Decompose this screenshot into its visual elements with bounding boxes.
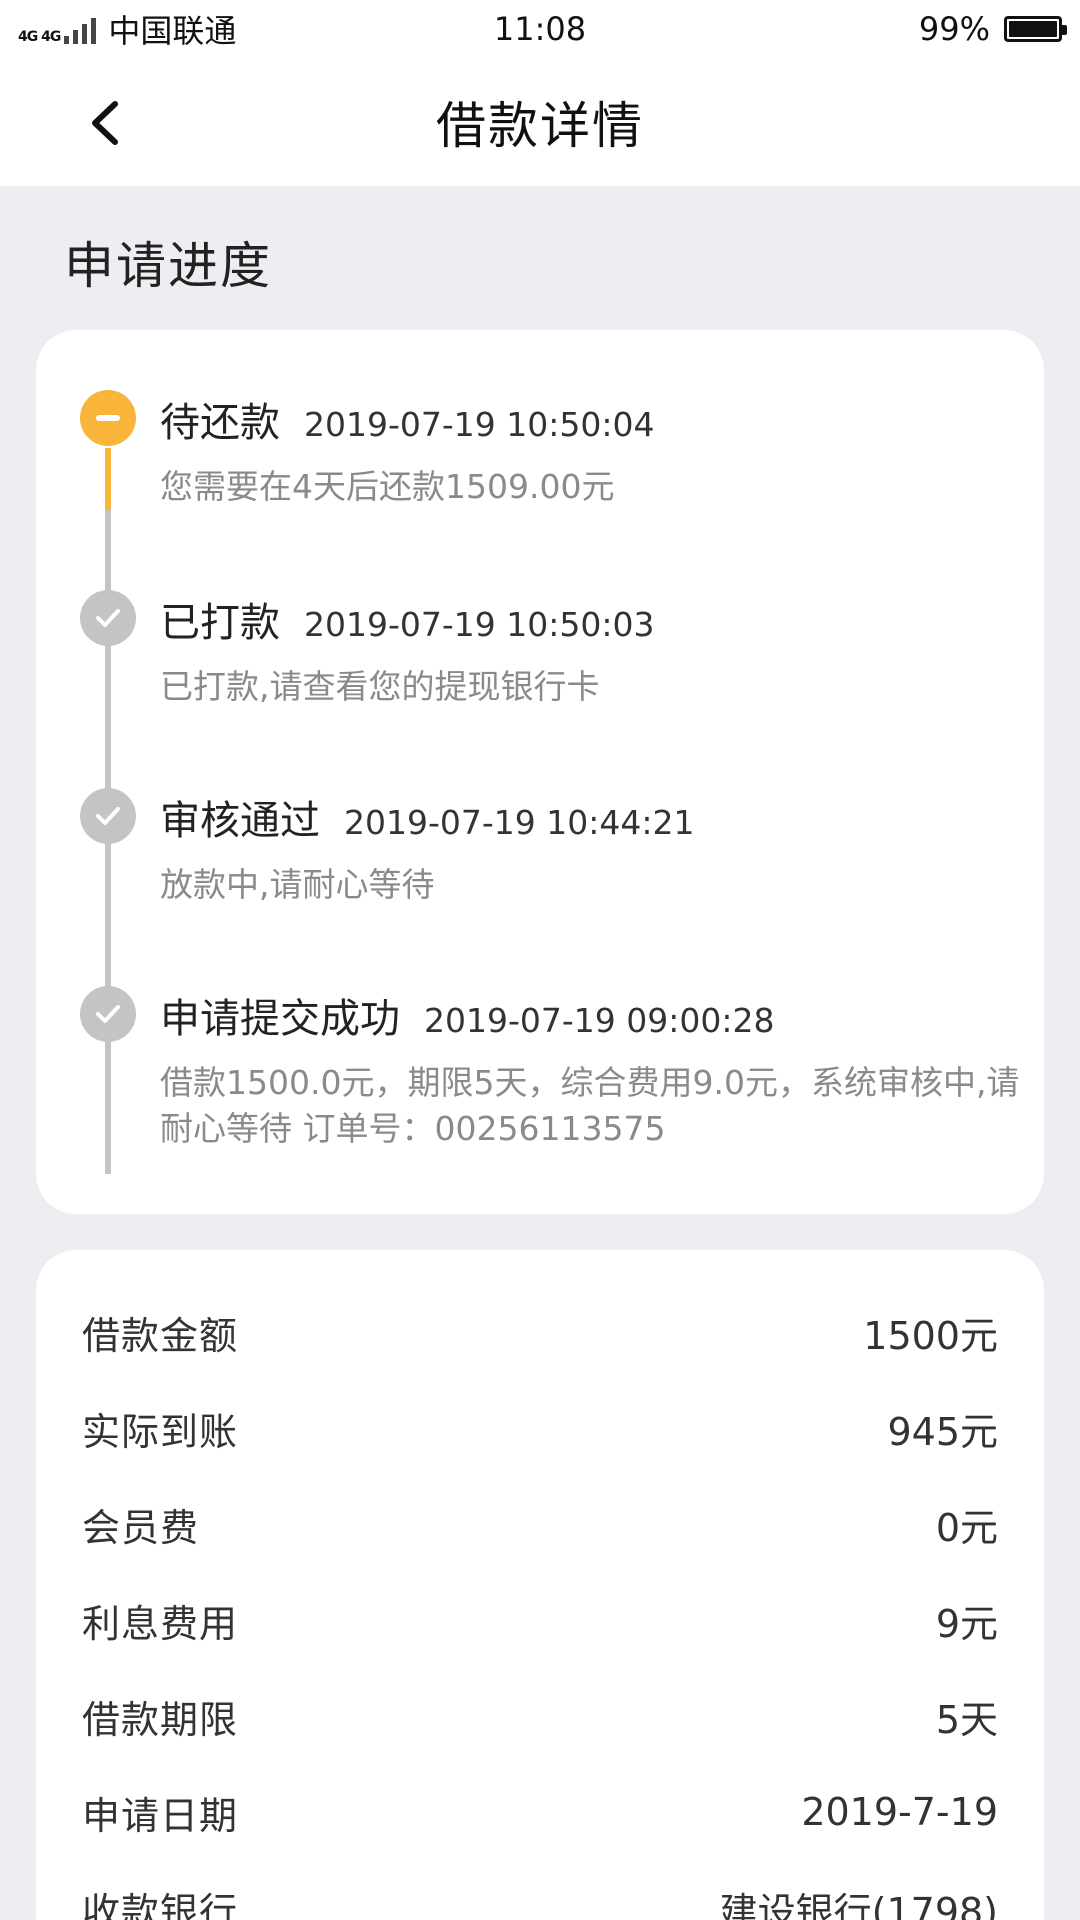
timeline-status: 已打款: [160, 600, 280, 646]
page-title: 借款详情: [436, 97, 644, 155]
timeline-desc: 放款中,请耐心等待: [160, 865, 435, 904]
detail-value: 945元: [887, 1409, 998, 1454]
minus-circle-icon: [80, 390, 136, 446]
detail-label: 申请日期: [82, 1793, 239, 1838]
detail-row: 会员费 0元: [82, 1484, 998, 1564]
timeline-desc: 您需要在4天后还款1509.00元: [160, 467, 615, 506]
status-bar: 4G 4G 中国联通 11:08 99%: [0, 0, 1080, 58]
detail-label: 借款期限: [82, 1697, 239, 1742]
detail-label: 会员费: [82, 1505, 200, 1550]
timeline-desc: 已打款,请查看您的提现银行卡: [160, 667, 600, 706]
timeline-connector-active: [105, 448, 111, 510]
signal-bar: [91, 18, 97, 44]
detail-row: 实际到账 945元: [82, 1388, 998, 1468]
detail-value: 2019-7-19: [801, 1790, 998, 1834]
carrier-name: 中国联通: [108, 12, 237, 50]
detail-value: 建设银行(1798): [719, 1889, 998, 1920]
signal-bar: [82, 24, 88, 44]
timeline-status: 审核通过: [160, 798, 320, 844]
nav-bar: 借款详情: [0, 58, 1080, 186]
status-right: 99%: [702, 10, 1067, 48]
detail-value: 5天: [935, 1697, 998, 1742]
detail-row: 利息费用 9元: [82, 1580, 998, 1660]
signal-bar: [73, 30, 79, 44]
detail-value: 1500元: [863, 1313, 998, 1358]
timeline-desc: 借款1500.0元，期限5天，综合费用9.0元，系统审核中,请耐心等待 订单号：…: [160, 1063, 1020, 1148]
timeline-time: 2019-07-19 09:00:28: [424, 1001, 775, 1040]
timeline-time: 2019-07-19 10:50:03: [304, 605, 655, 644]
detail-value: 9元: [935, 1601, 998, 1646]
check-circle-icon: [80, 986, 136, 1042]
check-circle-icon: [80, 590, 136, 646]
battery-fill: [1009, 21, 1057, 37]
detail-label: 实际到账: [82, 1409, 239, 1454]
battery-icon: [1004, 16, 1067, 42]
timeline-time: 2019-07-19 10:50:04: [304, 405, 655, 444]
loan-details-card: 借款金额 1500元 实际到账 945元 会员费 0元 利息费用 9元 借款期限…: [36, 1250, 1044, 1920]
page: 4G 4G 中国联通 11:08 99% 借款详情 申请进度 待还款 2019-…: [0, 0, 1080, 1920]
signal-bar: [64, 36, 70, 44]
battery-percent: 99%: [918, 10, 990, 48]
detail-row: 收款银行 建设银行(1798): [82, 1868, 998, 1920]
network-type: 4G 4G: [18, 29, 61, 45]
detail-label: 借款金额: [82, 1313, 239, 1358]
detail-label: 利息费用: [82, 1601, 239, 1646]
detail-row: 借款金额 1500元: [82, 1292, 998, 1372]
timeline-time: 2019-07-19 10:44:21: [344, 803, 695, 842]
timeline-status: 申请提交成功: [160, 996, 400, 1042]
status-left: 4G 4G 中国联通: [18, 6, 378, 52]
detail-value: 0元: [935, 1505, 998, 1550]
chevron-left-icon: [92, 101, 118, 145]
status-time: 11:08: [493, 10, 587, 48]
detail-row: 借款期限 5天: [82, 1676, 998, 1756]
check-circle-icon: [80, 788, 136, 844]
signal-icon: 4G 4G: [18, 14, 97, 45]
progress-timeline-card: 待还款 2019-07-19 10:50:04 您需要在4天后还款1509.00…: [36, 330, 1044, 1214]
section-title: 申请进度: [64, 237, 272, 295]
detail-row: 申请日期 2019-7-19: [82, 1772, 998, 1852]
back-button[interactable]: [70, 88, 140, 158]
timeline-status: 待还款: [160, 400, 280, 446]
detail-label: 收款银行: [82, 1889, 239, 1920]
